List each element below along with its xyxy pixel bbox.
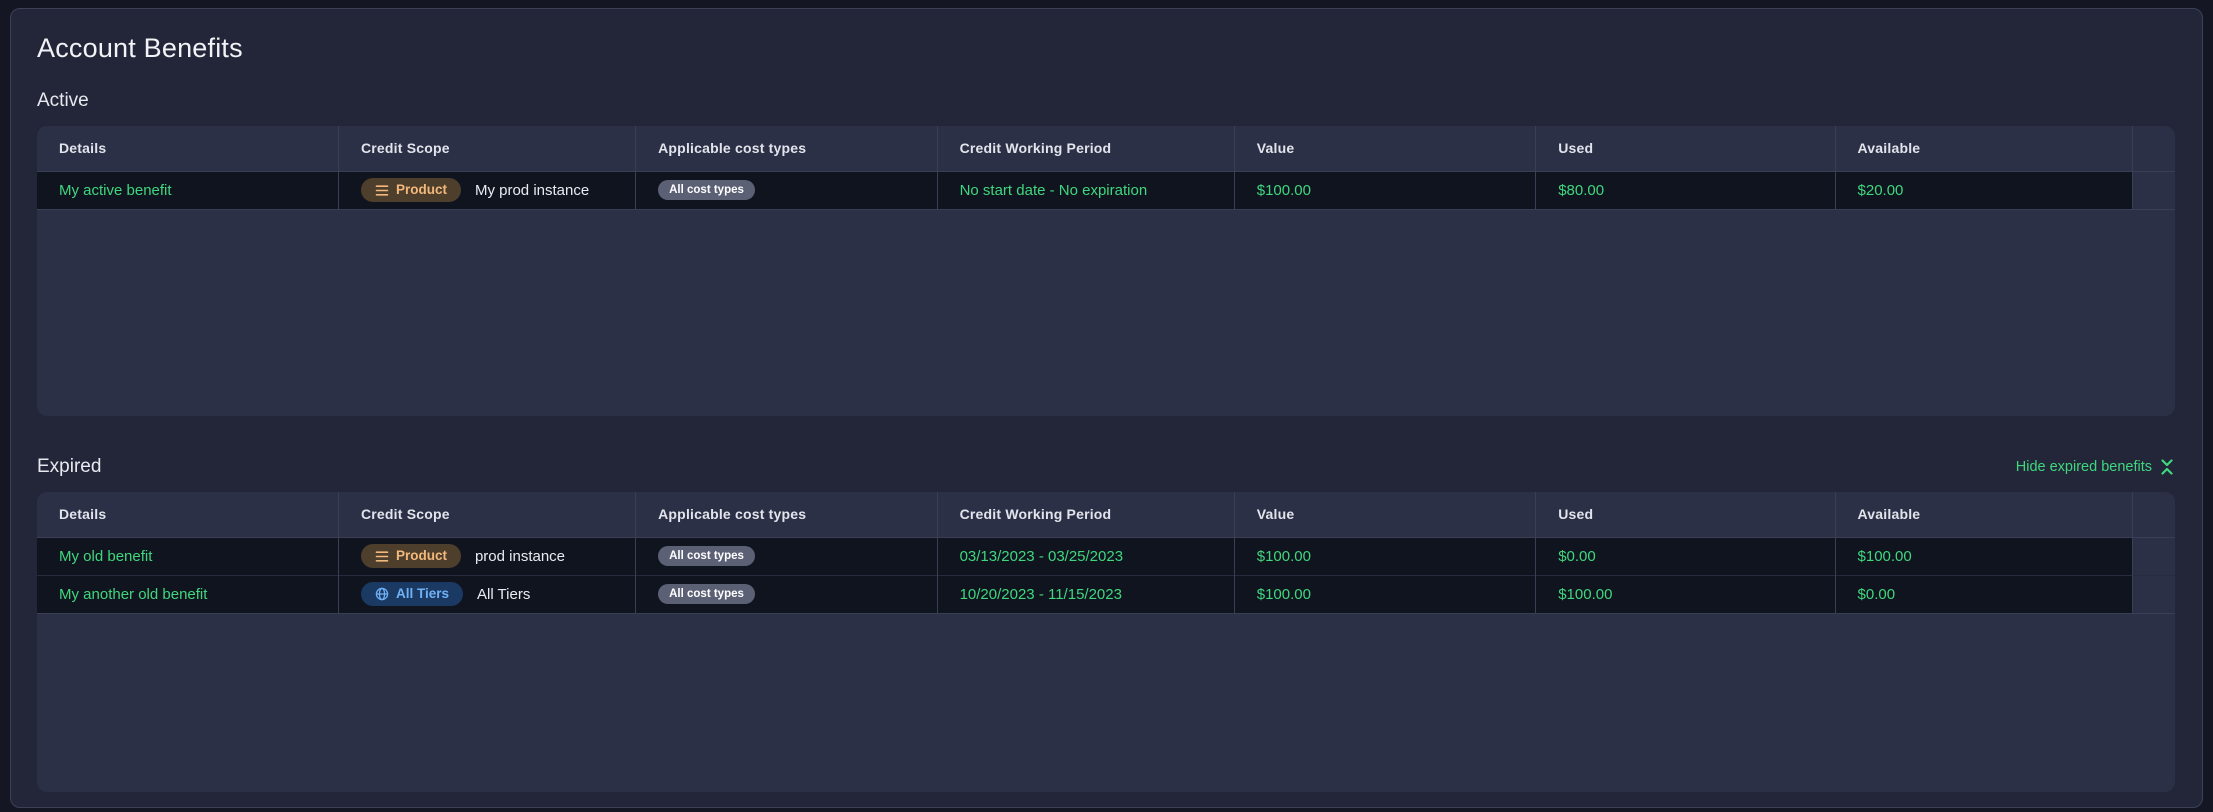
table-header-row: Details Credit Scope Applicable cost typ… — [37, 126, 2175, 171]
credit-working-period-cell: 03/13/2023 - 03/25/2023 — [937, 537, 1235, 575]
table-row: My old benefit Product prod instance All co… — [37, 537, 2175, 575]
expired-benefits-table: Details Credit Scope Applicable cost typ… — [37, 492, 2175, 792]
column-header-available: Available — [1835, 492, 2133, 537]
column-header-credit-scope: Credit Scope — [338, 492, 637, 537]
active-section-heading: Active — [37, 90, 89, 111]
benefit-details-link[interactable]: My old benefit — [59, 548, 152, 565]
row-spacer-cell — [2132, 171, 2175, 210]
row-spacer-cell — [2132, 574, 2175, 614]
column-header-spacer — [2132, 126, 2175, 171]
column-header-cost-types: Applicable cost types — [635, 126, 938, 171]
details-cell: My another old benefit — [37, 574, 339, 614]
column-header-details: Details — [37, 492, 339, 537]
collapse-vertical-icon — [2159, 459, 2175, 475]
hide-expired-benefits-label: Hide expired benefits — [2015, 459, 2152, 475]
table-row: My another old benefit All Tiers All Tiers… — [37, 574, 2175, 614]
product-badge: Product — [360, 178, 461, 202]
column-header-period: Credit Working Period — [937, 126, 1235, 171]
column-header-details: Details — [37, 126, 339, 171]
column-header-available: Available — [1835, 126, 2133, 171]
scope-badge-label: All Tiers — [395, 586, 449, 602]
active-benefits-table: Details Credit Scope Applicable cost typ… — [37, 126, 2175, 416]
column-header-value: Value — [1234, 492, 1537, 537]
used-cell: $0.00 — [1535, 537, 1836, 575]
cost-types-badge: All cost types — [658, 179, 755, 201]
all-tiers-badge: All Tiers — [360, 582, 463, 606]
details-cell: My old benefit — [37, 537, 339, 575]
cost-types-badge: All cost types — [658, 583, 755, 605]
product-badge: Product — [360, 544, 461, 568]
account-benefits-panel: Account Benefits Active Details Credit S… — [10, 8, 2203, 808]
credit-working-period-cell: No start date - No expiration — [937, 171, 1235, 210]
table-header-row: Details Credit Scope Applicable cost typ… — [37, 492, 2175, 537]
credit-scope-cell: Product My prod instance — [338, 171, 637, 210]
value-cell: $100.00 — [1234, 171, 1537, 210]
column-header-spacer — [2132, 492, 2175, 537]
list-icon — [375, 184, 389, 197]
column-header-used: Used — [1535, 126, 1836, 171]
available-cell: $0.00 — [1835, 574, 2133, 614]
available-cell: $100.00 — [1835, 537, 2133, 575]
credit-working-period-cell: 10/20/2023 - 11/15/2023 — [937, 574, 1235, 614]
cost-types-cell: All cost types — [635, 171, 938, 210]
scope-badge-label: Product — [395, 182, 447, 198]
scope-instance-label: My prod instance — [474, 181, 590, 199]
cost-types-cell: All cost types — [635, 574, 938, 614]
column-header-value: Value — [1234, 126, 1537, 171]
column-header-period: Credit Working Period — [937, 492, 1235, 537]
available-cell: $20.00 — [1835, 171, 2133, 210]
credit-scope-cell: All Tiers All Tiers — [338, 574, 637, 614]
column-header-cost-types: Applicable cost types — [635, 492, 938, 537]
benefit-details-link[interactable]: My active benefit — [59, 182, 172, 199]
cost-types-cell: All cost types — [635, 537, 938, 575]
scope-instance-label: prod instance — [474, 547, 566, 565]
scope-instance-label: All Tiers — [476, 585, 531, 603]
used-cell: $80.00 — [1535, 171, 1836, 210]
hide-expired-benefits-link[interactable]: Hide expired benefits — [2016, 459, 2175, 475]
value-cell: $100.00 — [1234, 537, 1537, 575]
page-title: Account Benefits — [37, 33, 243, 63]
column-header-used: Used — [1535, 492, 1836, 537]
scope-badge-label: Product — [395, 548, 447, 564]
list-icon — [375, 550, 389, 563]
table-row: My active benefit Product My prod instance… — [37, 171, 2175, 210]
credit-scope-cell: Product prod instance — [338, 537, 637, 575]
globe-icon — [375, 587, 389, 601]
value-cell: $100.00 — [1234, 574, 1537, 614]
row-spacer-cell — [2132, 537, 2175, 575]
column-header-credit-scope: Credit Scope — [338, 126, 637, 171]
benefit-details-link[interactable]: My another old benefit — [59, 586, 207, 603]
used-cell: $100.00 — [1535, 574, 1836, 614]
details-cell: My active benefit — [37, 171, 339, 210]
cost-types-badge: All cost types — [658, 545, 755, 567]
expired-section-heading: Expired — [37, 456, 102, 477]
